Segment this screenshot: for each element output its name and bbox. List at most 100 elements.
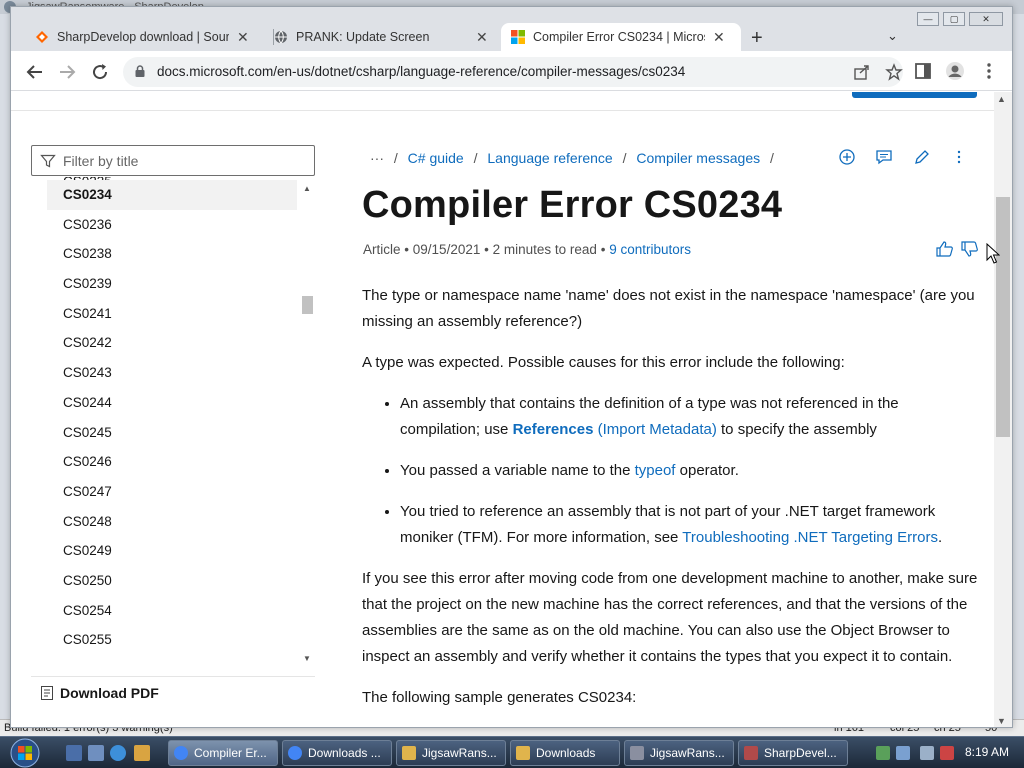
internet-explorer-icon[interactable]	[110, 745, 126, 761]
bookmark-star-icon[interactable]	[885, 63, 903, 81]
forward-button[interactable]	[55, 60, 79, 84]
toc-item-cs0246[interactable]: CS0246	[47, 447, 297, 477]
troubleshooting-targeting-link[interactable]: Troubleshooting .NET Targeting Errors	[682, 529, 938, 546]
toc-item-cs0238[interactable]: CS0238	[47, 239, 297, 269]
taskbar-task-jigsaw-folder[interactable]: JigsawRans...	[396, 740, 506, 766]
network-connections-icon[interactable]	[920, 746, 934, 760]
thumbs-down-icon[interactable]	[960, 240, 980, 258]
tab-close-button[interactable]: ✕	[237, 29, 249, 46]
toc-item-cs0248[interactable]: CS0248	[47, 507, 297, 537]
toc-item-cs0244[interactable]: CS0244	[47, 388, 297, 418]
page-scroll-thumb[interactable]	[996, 197, 1010, 437]
task-label: Downloads ...	[308, 746, 381, 760]
toc-item-cs0250[interactable]: CS0250	[47, 566, 297, 596]
toc-item-cs0239[interactable]: CS0239	[47, 269, 297, 299]
breadcrumb-more-button[interactable]: ···	[370, 150, 384, 166]
breadcrumb-language-reference[interactable]: Language reference	[487, 150, 612, 166]
back-button[interactable]	[23, 60, 47, 84]
globe-icon	[275, 30, 287, 44]
edit-pencil-icon[interactable]	[912, 148, 932, 168]
article-metadata: Article • 09/15/2021 • 2 minutes to read…	[363, 242, 691, 257]
browser-menu-icon[interactable]	[979, 61, 999, 81]
lock-icon	[135, 65, 145, 77]
reload-button[interactable]	[88, 60, 112, 84]
tab-close-button[interactable]: ✕	[476, 29, 488, 46]
download-pdf-label: Download PDF	[60, 685, 159, 701]
task-label: JigsawRans...	[422, 746, 497, 760]
feedback-comment-icon[interactable]	[874, 148, 894, 168]
system-tray: 8:19 AM	[870, 741, 1020, 765]
taskbar-task-jigsaw-app[interactable]: JigsawRans...	[624, 740, 734, 766]
share-icon[interactable]	[853, 63, 871, 81]
start-button[interactable]	[4, 737, 46, 768]
more-actions-icon[interactable]	[949, 148, 969, 168]
article-paragraph: A type was expected. Possible causes for…	[362, 354, 845, 371]
display-tray-icon[interactable]	[896, 746, 910, 760]
reload-icon	[93, 64, 108, 80]
scroll-up-arrow-icon[interactable]: ▲	[997, 94, 1006, 104]
article-type: Article	[363, 242, 401, 257]
import-metadata-link[interactable]: (Import Metadata)	[598, 421, 717, 438]
folder-icon	[402, 746, 416, 760]
maximize-button[interactable]: ▢	[943, 12, 965, 26]
references-link[interactable]: References	[513, 421, 594, 438]
toc-item-cs0241[interactable]: CS0241	[47, 299, 297, 329]
contributors-link[interactable]: 9 contributors	[609, 242, 691, 257]
taskbar-task-downloads-chrome[interactable]: Downloads ...	[282, 740, 392, 766]
tab-sourceforge[interactable]: SharpDevelop download | SourceForge.net …	[25, 23, 259, 51]
page-scrollbar[interactable]: ▲ ▼	[994, 92, 1012, 727]
toc-item-cs0234[interactable]: CS0234	[47, 180, 297, 210]
filter-input[interactable]	[63, 151, 303, 171]
toc-item-cs0249[interactable]: CS0249	[47, 536, 297, 566]
toc-scroll-thumb[interactable]	[302, 296, 313, 314]
tab-label: PRANK: Update Screen	[296, 30, 430, 44]
toc-item-cs0247[interactable]: CS0247	[47, 477, 297, 507]
read-time: 2 minutes to read	[492, 242, 597, 257]
tab-compiler-error[interactable]: Compiler Error CS0234 | Microsoft Docs ✕	[501, 23, 741, 51]
filter-by-title-field[interactable]	[31, 145, 315, 176]
filter-icon	[40, 154, 56, 168]
address-bar[interactable]: docs.microsoft.com/en-us/dotnet/csharp/l…	[123, 57, 903, 87]
clock[interactable]: 8:19 AM	[965, 745, 1009, 759]
toc-item-cs0236[interactable]: CS0236	[47, 210, 297, 240]
tab-prank-update[interactable]: PRANK: Update Screen ✕	[264, 23, 498, 51]
page-content: CS0235 CS0234 CS0236 CS0238 CS0239 CS024…	[11, 92, 994, 727]
tab-close-button[interactable]: ✕	[713, 29, 725, 46]
show-desktop-icon[interactable]	[66, 745, 82, 761]
tab-search-button[interactable]: ⌄	[887, 28, 898, 44]
task-label: JigsawRans...	[650, 746, 725, 760]
folder-icon[interactable]	[134, 745, 150, 761]
breadcrumb-csharp-guide[interactable]: C# guide	[408, 150, 464, 166]
scroll-down-arrow-icon[interactable]: ▼	[301, 654, 313, 663]
toc-item-cs0254[interactable]: CS0254	[47, 596, 297, 626]
toc-item-cs0242[interactable]: CS0242	[47, 328, 297, 358]
tab-label: SharpDevelop download | SourceForge.net	[57, 30, 229, 44]
close-window-button[interactable]: ✕	[969, 12, 1003, 26]
minimize-button[interactable]: —	[917, 12, 939, 26]
scroll-up-arrow-icon[interactable]: ▲	[301, 184, 313, 193]
side-panel-icon[interactable]	[913, 61, 933, 81]
breadcrumb-compiler-messages[interactable]: Compiler messages	[636, 150, 760, 166]
add-to-collection-icon[interactable]	[837, 148, 857, 168]
taskbar-task-chrome[interactable]: Compiler Er...	[168, 740, 278, 766]
toc-scrollbar[interactable]: ▲ ▼	[301, 184, 313, 664]
volume-muted-icon[interactable]	[940, 746, 954, 760]
network-tray-icon[interactable]	[876, 746, 890, 760]
profile-avatar-icon[interactable]	[945, 61, 965, 81]
toc-item-cs0243[interactable]: CS0243	[47, 358, 297, 388]
toc-item-cs0255[interactable]: CS0255	[47, 625, 297, 655]
new-tab-button[interactable]: +	[751, 27, 763, 50]
switch-windows-icon[interactable]	[88, 745, 104, 761]
typeof-link[interactable]: typeof	[635, 462, 676, 479]
docs-header-button[interactable]	[852, 92, 977, 98]
scroll-down-arrow-icon[interactable]: ▼	[997, 716, 1006, 726]
mouse-pointer-icon	[986, 243, 1000, 264]
toc-item-cs0245[interactable]: CS0245	[47, 418, 297, 448]
taskbar-task-sharpdevelop[interactable]: SharpDevel...	[738, 740, 848, 766]
causes-list: An assembly that contains the definition…	[400, 391, 980, 551]
browser-window: SharpDevelop download | SourceForge.net …	[10, 6, 1013, 728]
page-title: Compiler Error CS0234	[362, 184, 783, 226]
download-pdf-link[interactable]: Download PDF	[41, 682, 159, 704]
thumbs-up-icon[interactable]	[935, 240, 955, 258]
taskbar-task-downloads-folder[interactable]: Downloads	[510, 740, 620, 766]
